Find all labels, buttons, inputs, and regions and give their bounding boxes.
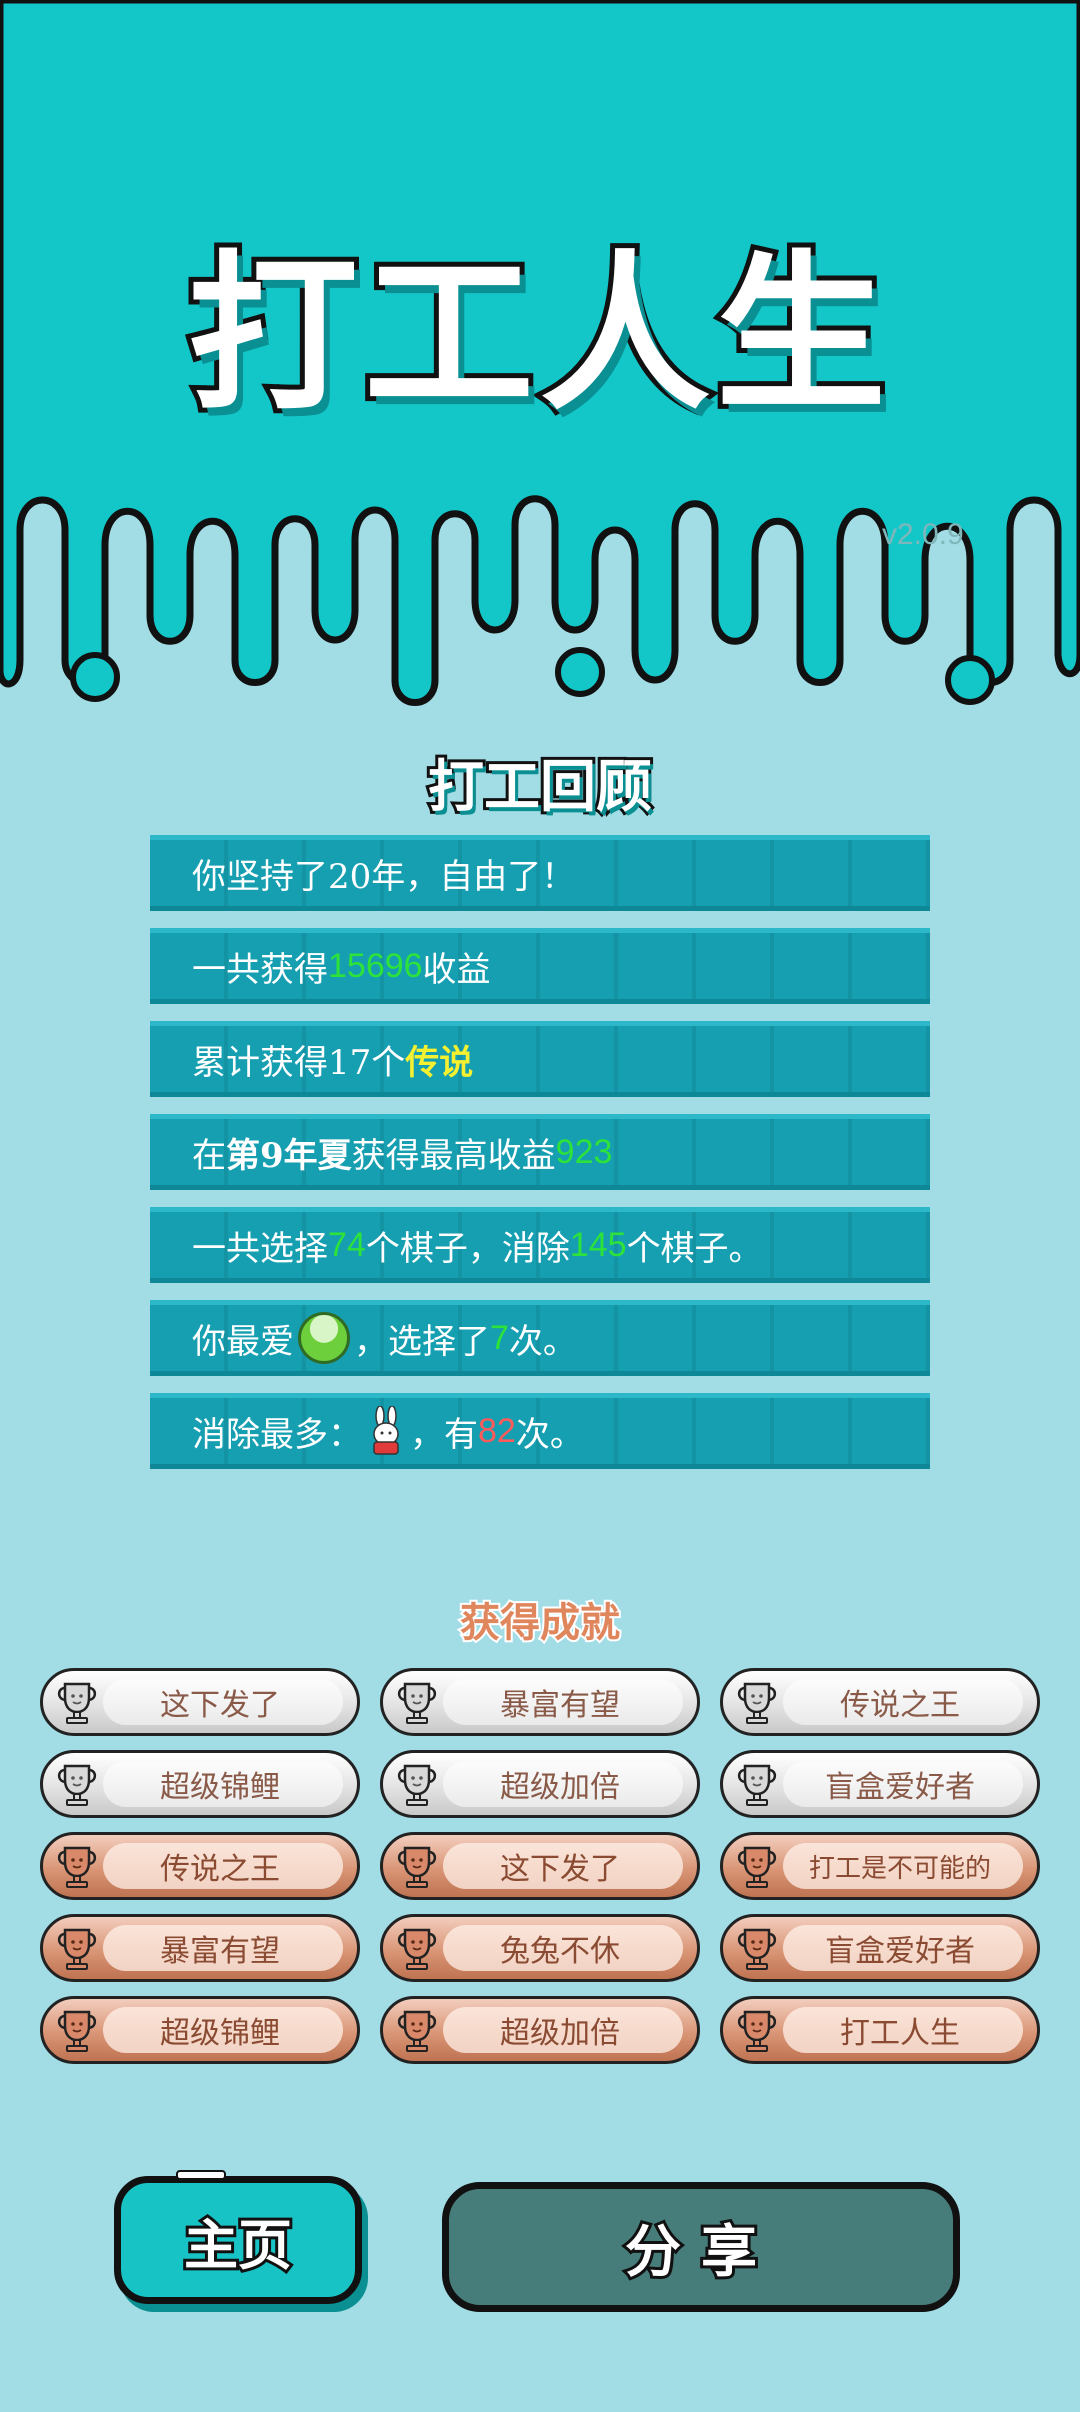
trophy-icon [733, 1842, 781, 1890]
trophy-icon [53, 1842, 101, 1890]
review-stat-row: 一共获得 15696 收益 [150, 928, 930, 1004]
achievement-label: 传说之王 [840, 1688, 960, 1723]
achievement-badge[interactable]: 超级加倍 [380, 1996, 700, 2064]
achievement-badge[interactable]: 超级锦鲤 [40, 1750, 360, 1818]
share-button[interactable]: 分享 [442, 2182, 960, 2312]
achievement-badge[interactable]: 盲盒爱好者 [720, 1750, 1040, 1818]
stat-text: ，选择了 [354, 1321, 490, 1362]
achievement-label: 这下发了 [500, 1852, 620, 1887]
achievement-label: 传说之王 [160, 1852, 280, 1887]
review-stats-list: 你坚持了20年，自由了！ 一共获得 15696 收益 累计获得17个 传说在 第9年夏 获… [150, 835, 930, 1486]
achievement-label: 打工人生 [840, 2016, 960, 2051]
achievement-badge[interactable]: 传说之王 [720, 1668, 1040, 1736]
stat-text: 第9年夏 [226, 1135, 352, 1176]
achievement-badge[interactable]: 打工人生 [720, 1996, 1040, 2064]
stat-text: 82 [478, 1411, 516, 1450]
trophy-icon [393, 1678, 441, 1726]
stat-text: 次。 [515, 1414, 584, 1455]
achievement-badge[interactable]: 打工是不可能的 [720, 1832, 1040, 1900]
achievement-badge[interactable]: 兔兔不休 [380, 1914, 700, 1982]
game-title: 打工人生 [183, 236, 892, 434]
trophy-icon [733, 2006, 781, 2054]
achievement-label: 超级锦鲤 [160, 1770, 280, 1805]
achievements-title: 获得成就 [458, 1598, 622, 1648]
achievement-badge[interactable]: 暴富有望 [40, 1914, 360, 1982]
trophy-icon [393, 1760, 441, 1808]
achievement-label: 打工是不可能的 [808, 1853, 991, 1884]
stat-text: 消除最多： [192, 1414, 362, 1455]
header-banner: 打工人生 v2.0.9 [0, 0, 1080, 720]
trophy-icon [53, 1678, 101, 1726]
achievement-badge[interactable]: 盲盒爱好者 [720, 1914, 1040, 1982]
stat-text: 个棋子，消除 [365, 1228, 570, 1269]
stat-text: 收益 [422, 949, 491, 990]
stat-text: 一共选择 [192, 1228, 328, 1269]
achievement-label: 盲盒爱好者 [825, 1770, 975, 1805]
stat-text: 在 [192, 1135, 226, 1176]
achievement-badge[interactable]: 这下发了 [380, 1832, 700, 1900]
version-label: v2.0.9 [882, 518, 964, 551]
review-stat-row: 累计获得17个 传说 [150, 1021, 930, 1097]
trophy-icon [393, 1924, 441, 1972]
stat-text: 145 [569, 1225, 627, 1264]
trophy-icon [733, 1924, 781, 1972]
review-stat-row: 你坚持了20年，自由了！ [150, 835, 930, 911]
achievement-label: 兔兔不休 [500, 1934, 620, 1969]
achievement-label: 超级锦鲤 [160, 2016, 280, 2051]
achievement-badge[interactable]: 传说之王 [40, 1832, 360, 1900]
review-stat-row: 在 第9年夏 获得最高收益 923 [150, 1114, 930, 1190]
achievement-badge[interactable]: 暴富有望 [380, 1668, 700, 1736]
achievement-label: 盲盒爱好者 [825, 1934, 975, 1969]
achievement-badge[interactable]: 超级锦鲤 [40, 1996, 360, 2064]
achievement-badge[interactable]: 这下发了 [40, 1668, 360, 1736]
stat-text: 15696 [328, 946, 423, 985]
stat-text: 一共获得 [192, 949, 328, 990]
stat-text: 923 [555, 1132, 613, 1171]
trophy-icon [393, 1842, 441, 1890]
home-button-shine [176, 2170, 226, 2180]
trophy-icon [53, 2006, 101, 2054]
review-stat-row: 你最爱 ，选择了 7 次。 [150, 1300, 930, 1376]
stat-text: ，有 [410, 1414, 478, 1455]
trophy-icon [53, 1760, 101, 1808]
review-stat-row: 一共选择 74 个棋子，消除 145 个棋子。 [150, 1207, 930, 1283]
bunny-piece-icon [373, 1406, 399, 1455]
achievement-label: 暴富有望 [160, 1934, 280, 1969]
stat-text: 7 [490, 1318, 509, 1357]
review-title: 打工回顾 [425, 752, 655, 823]
stat-text: 传说 [405, 1042, 474, 1083]
achievement-label: 暴富有望 [500, 1688, 620, 1723]
stat-text: 个棋子。 [626, 1228, 763, 1269]
stat-text: 累计获得17个 [192, 1042, 406, 1083]
home-button[interactable]: 主页 [114, 2176, 362, 2304]
home-button-label: 主页 [181, 2211, 295, 2280]
trophy-icon [733, 1678, 781, 1726]
achievements-grid: 这下发了 暴富有望 传说之王 超级锦鲤 超级加倍 盲盒爱好者 传说之王 这下发了 打工是不可能的… [40, 1668, 1040, 2064]
trophy-icon [733, 1760, 781, 1808]
trophy-icon [393, 2006, 441, 2054]
achievement-badge[interactable]: 超级加倍 [380, 1750, 700, 1818]
stat-text: 74 [328, 1225, 366, 1264]
stat-text: 获得最高收益 [351, 1135, 556, 1176]
trophy-icon [53, 1924, 101, 1972]
share-button-label: 分享 [622, 2217, 777, 2288]
stat-text: 次。 [508, 1321, 577, 1362]
favorite-piece-icon [298, 1312, 350, 1364]
achievement-label: 超级加倍 [500, 1770, 620, 1805]
stat-text: 你最爱 [192, 1321, 294, 1362]
achievement-label: 这下发了 [160, 1688, 280, 1723]
review-stat-row: 消除最多： ，有 82 次。 [150, 1393, 930, 1469]
achievement-label: 超级加倍 [500, 2016, 620, 2051]
stat-text: 你坚持了20年，自由了！ [192, 856, 576, 897]
